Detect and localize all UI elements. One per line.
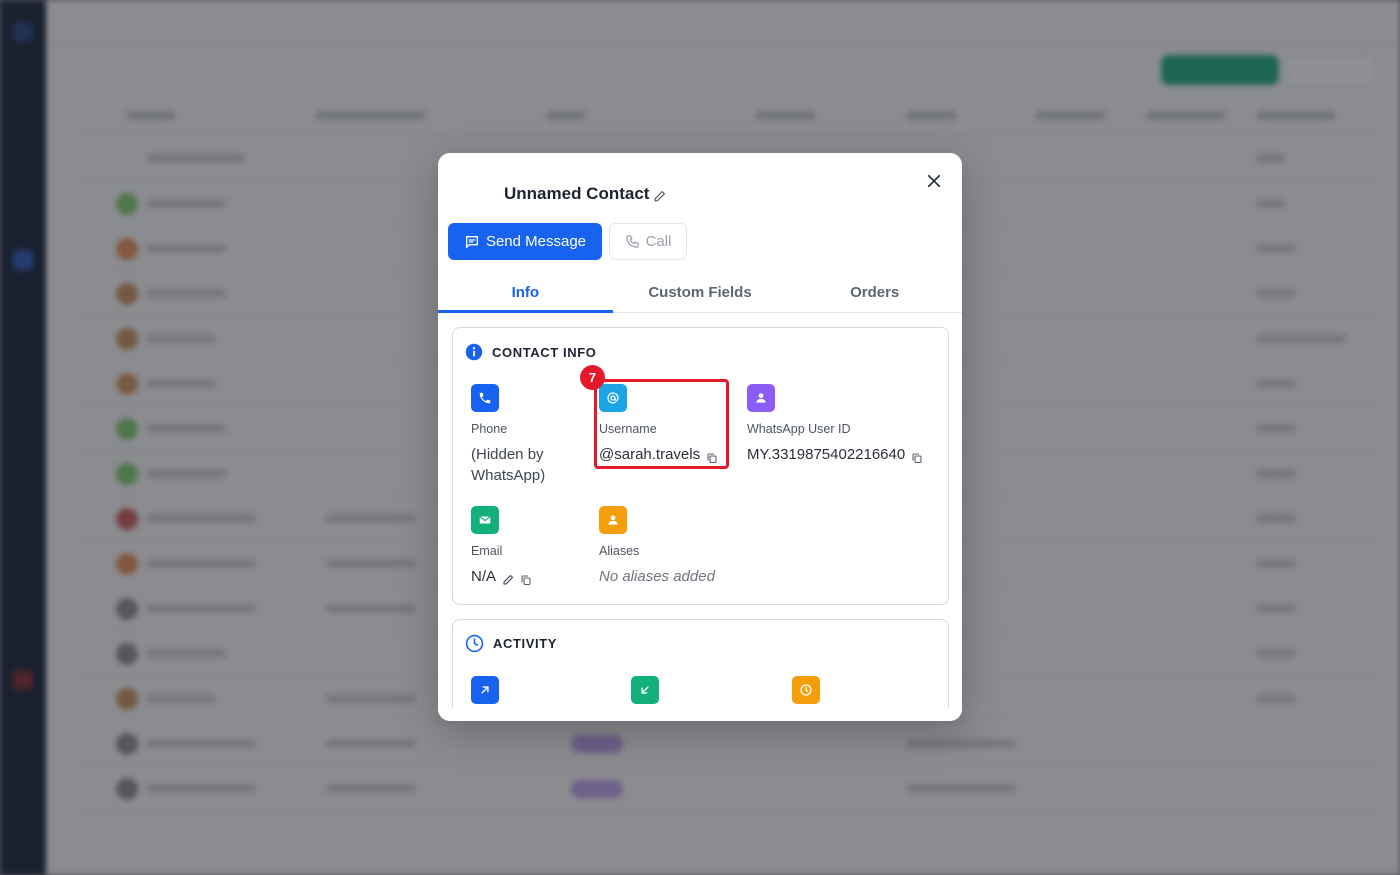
contact-title: Unnamed Contact (504, 184, 666, 204)
activity-heading: ACTIVITY (493, 636, 558, 651)
user-icon (599, 506, 627, 534)
edit-pencil-icon[interactable] (502, 571, 514, 585)
contact-info-heading: CONTACT INFO (492, 344, 597, 360)
whatsapp-id-field: WhatsApp User ID MY.3319875402216640 (747, 384, 947, 465)
phone-icon (471, 384, 499, 412)
email-label: Email (471, 544, 503, 558)
tab-bar: Info Custom Fields Orders (438, 272, 962, 313)
message-icon (465, 235, 478, 248)
copy-icon[interactable] (911, 449, 923, 463)
aliases-label: Aliases (599, 544, 640, 558)
activity-card: ACTIVITY (452, 619, 949, 708)
contact-name: Unnamed Contact (504, 184, 650, 203)
contact-info-header: CONTACT INFO (465, 343, 596, 361)
phone-field: Phone (Hidden by WhatsApp) (471, 384, 581, 486)
send-message-button[interactable]: Send Message (448, 223, 602, 260)
arrow-down-left-icon (631, 676, 659, 704)
clock-icon (792, 676, 820, 704)
email-row: N/A (471, 566, 581, 587)
annotation-highlight-box (594, 379, 729, 469)
tab-custom-fields[interactable]: Custom Fields (613, 272, 788, 312)
phone-icon (625, 235, 639, 248)
aliases-value: No aliases added (599, 568, 715, 585)
close-icon (927, 174, 941, 188)
call-button[interactable]: Call (609, 223, 687, 260)
arrow-up-right-icon (471, 676, 499, 704)
whatsapp-id-label: WhatsApp User ID (747, 422, 851, 436)
aliases-field: Aliases No aliases added (599, 506, 799, 587)
modal-scroll-area[interactable]: CONTACT INFO Phone (Hidden by WhatsApp) … (438, 314, 962, 708)
close-button[interactable] (922, 169, 946, 193)
phone-label: Phone (471, 422, 508, 436)
info-icon (465, 343, 483, 361)
phone-value: (Hidden by WhatsApp) (471, 446, 546, 484)
clock-icon (465, 634, 484, 653)
tab-info[interactable]: Info (438, 272, 613, 313)
send-message-label: Send Message (485, 233, 587, 250)
edit-pencil-icon[interactable] (653, 188, 666, 201)
whatsapp-id-value: MY.3319875402216640 (747, 446, 906, 463)
tab-orders[interactable]: Orders (787, 272, 962, 312)
call-label: Call (645, 233, 672, 250)
email-field: Email N/A (471, 506, 581, 587)
annotation-badge: 7 (580, 365, 605, 390)
whatsapp-id-row: MY.3319875402216640 (747, 444, 947, 465)
user-icon (747, 384, 775, 412)
mail-icon (471, 506, 499, 534)
activity-header: ACTIVITY (465, 634, 557, 653)
copy-icon[interactable] (520, 571, 532, 585)
email-value: N/A (471, 568, 497, 585)
